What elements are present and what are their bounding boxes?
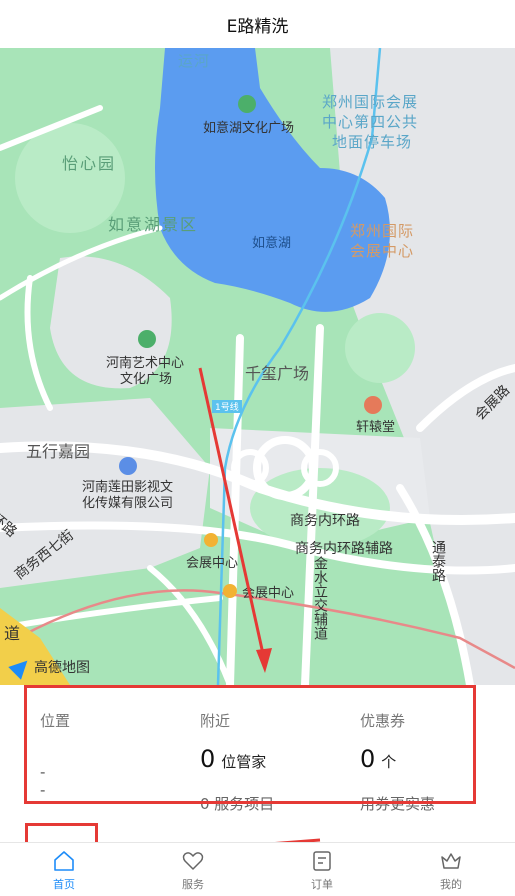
map-label-expo-center-1: 郑州国际 [350,222,415,240]
tab-profile[interactable]: 我的 [406,843,496,896]
map-label-yunhe: 运河 [178,52,211,70]
map-label-shangwu-ring: 商务内环路 [290,513,360,529]
poi-marker-icon[interactable] [238,95,256,113]
map-label-line1: 1号线 [212,400,242,413]
map-label-tongtai: 通泰路 [430,540,446,582]
map-label-ruyi-scenic: 如意湖景区 [108,215,199,234]
order-icon [313,851,331,871]
map-label-expo-station-2: 会展中心 [242,586,295,601]
map-label-ruyi-lake: 如意湖 [252,236,292,251]
map-label-expo-center-2: 会展中心 [350,242,415,260]
poi-marker-icon[interactable] [119,457,137,475]
annotation-box [24,685,476,804]
map-label-shangwu-ring-aux: 商务内环路辅路 [295,541,393,557]
metro-station-icon[interactable] [204,533,218,547]
map-label-jinshui: 金水立交辅道 [312,556,328,640]
map-label-yixin: 怡心园 [62,154,117,173]
amap-logo-icon [8,654,34,680]
map-label-expo-station-1: 会展中心 [186,556,239,571]
home-icon [54,851,74,871]
map-label-expo-parking-3: 地面停车场 [332,133,413,151]
page-header: E路精洗 [0,0,515,48]
tab-services-label: 服务 [182,878,204,891]
page-title: E路精洗 [226,16,289,37]
amap-logo-text: 高德地图 [34,660,90,676]
poi-marker-icon[interactable] [364,396,382,414]
tab-orders[interactable]: 订单 [277,843,367,896]
map-label-qianxi: 千玺广场 [245,364,310,383]
tab-profile-label: 我的 [440,878,462,891]
heart-icon [182,852,204,870]
tab-services[interactable]: 服务 [148,843,238,896]
tab-home[interactable]: 首页 [19,843,109,896]
amap-logo: 高德地图 [8,654,90,680]
map-label-lianti-2: 化传媒有限公司 [82,496,174,511]
map-label-henan-art-2: 文化广场 [120,372,173,387]
map-label-expo-parking-2: 中心第四公共 [322,113,419,131]
map-label-xuanyuan: 轩辕堂 [356,420,396,435]
metro-station-icon[interactable] [223,584,237,598]
map-label-wuxing: 五行嘉园 [26,442,91,461]
tab-bar: 首页 服务 订单 我的 [0,842,515,896]
crown-icon [441,853,461,869]
map-label-ruyi-square: 如意湖文化广场 [203,121,295,136]
map-label-expo-parking-1: 郑州国际会展 [322,93,419,111]
map-view[interactable]: 运河 如意湖文化广场 郑州国际会展 中心第四公共 地面停车场 怡心园 如意湖景区… [0,48,515,685]
tab-orders-label: 订单 [311,878,333,891]
tab-home-label: 首页 [53,878,75,891]
poi-marker-icon[interactable] [138,330,156,348]
map-label-dao: 道 [4,624,21,643]
